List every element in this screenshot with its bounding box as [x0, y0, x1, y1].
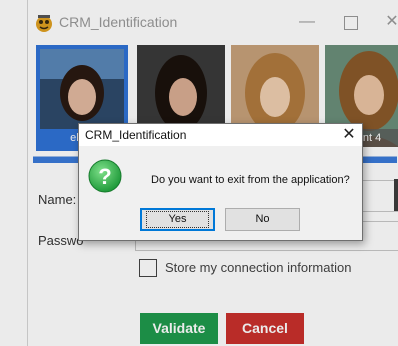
dialog-message: Do you want to exit from the application… [151, 174, 350, 186]
no-button[interactable]: No [225, 208, 300, 231]
yes-button[interactable]: Yes [140, 208, 215, 231]
dialog-title: CRM_Identification [85, 128, 187, 142]
question-icon: ? [88, 159, 122, 193]
dialog-titlebar[interactable]: CRM_Identification ✕ [79, 124, 362, 146]
confirm-dialog: CRM_Identification ✕ ? Do you want to ex… [78, 123, 363, 241]
dialog-close-button[interactable]: ✕ [338, 124, 360, 146]
yes-button-label: Yes [145, 211, 210, 228]
dialog-body: ? Do you want to exit from the applicati… [79, 146, 362, 240]
svg-text:?: ? [98, 164, 111, 189]
